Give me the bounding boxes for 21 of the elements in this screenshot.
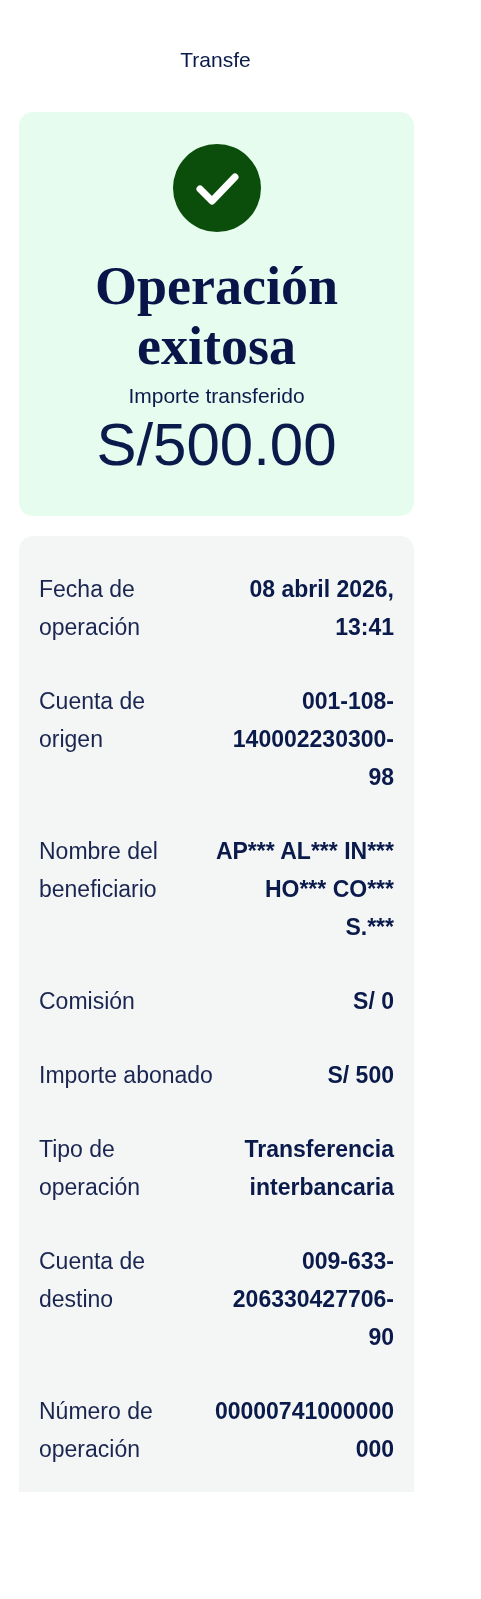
detail-value: 00000741000000000 — [214, 1397, 394, 1464]
page-title: Transfe — [180, 48, 251, 72]
detail-value: 009-633-206330427706-90 — [231, 1247, 394, 1352]
detail-value: S/ 0 — [353, 987, 394, 1016]
detail-value: 08 abril 2026, 13:41 — [248, 575, 394, 642]
check-icon — [172, 144, 261, 232]
detail-value: 001-108-140002230300-98 — [231, 687, 394, 792]
detail-label: Comisión — [39, 987, 136, 1016]
detail-label: Cuenta de destino — [39, 1247, 147, 1314]
detail-label: Cuenta de origen — [39, 687, 147, 754]
detail-value: AP*** AL*** IN*** HO*** CO*** S.*** — [214, 837, 394, 942]
detail-label: Nombre del beneficiario — [39, 837, 159, 904]
detail-label: Importe abonado — [39, 1061, 214, 1090]
amount-label: Importe transferido — [128, 384, 305, 408]
detail-label: Número de operación — [39, 1397, 154, 1464]
detail-value: Transferencia interbancaria — [243, 1135, 394, 1202]
amount: S/500.00 — [96, 410, 337, 480]
detail-label: Tipo de operación — [39, 1135, 142, 1202]
detail-value: S/ 500 — [327, 1061, 394, 1090]
success-title: Operación exitosa — [94, 256, 339, 376]
detail-label: Fecha de operación — [39, 575, 142, 642]
